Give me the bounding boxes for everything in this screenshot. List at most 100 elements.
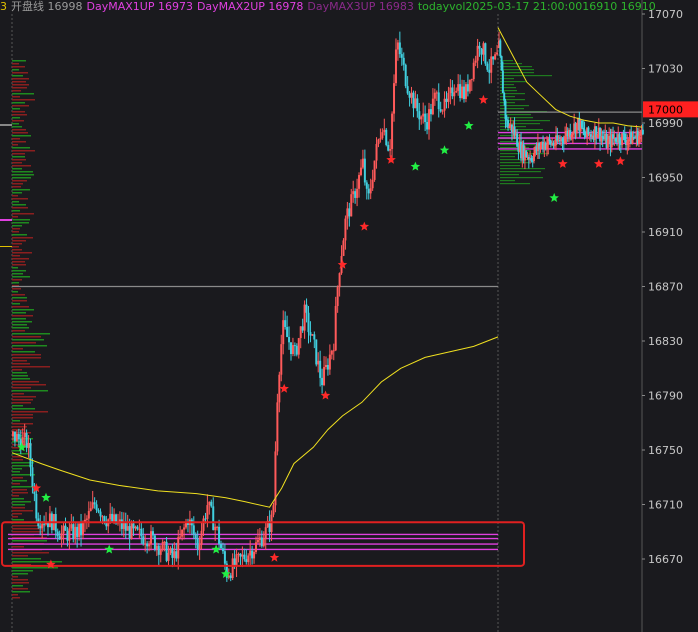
candle-body <box>183 527 186 530</box>
candle-body <box>155 545 158 550</box>
volume-profile-bar <box>500 81 526 83</box>
candle-body <box>221 548 224 552</box>
volume-profile-bar <box>12 276 30 278</box>
candle-body <box>210 501 213 507</box>
candle-body <box>313 334 316 340</box>
candle-body <box>43 523 46 525</box>
y-tick-label: 16870 <box>648 281 683 294</box>
volume-profile-bar <box>12 408 35 410</box>
candle-body <box>486 63 489 70</box>
candle-body <box>504 100 507 120</box>
candle-body <box>171 548 174 558</box>
sell-signal-star <box>359 221 370 231</box>
candle-body <box>68 528 71 541</box>
candle-body <box>262 539 265 547</box>
candle-body <box>233 558 236 566</box>
candle-body <box>278 374 281 403</box>
candle-body <box>62 525 65 534</box>
candle-body <box>346 208 349 219</box>
candle-body <box>532 153 535 161</box>
candle-body <box>451 87 454 97</box>
volume-profile-bar <box>12 117 20 119</box>
candle-body <box>358 175 361 189</box>
volume-profile-bar <box>12 321 32 323</box>
volume-profile-bar <box>12 147 30 149</box>
volume-profile-bar <box>12 348 23 350</box>
volume-profile-bar <box>12 198 28 200</box>
candle-body <box>157 545 160 555</box>
candle-body <box>356 188 359 198</box>
candle-body <box>138 528 141 530</box>
candle-body <box>118 519 121 522</box>
candle-body <box>371 179 374 189</box>
volume-profile-bar <box>12 261 25 263</box>
candle-body <box>480 48 483 55</box>
candle-body <box>81 522 84 536</box>
candle-body <box>496 52 499 55</box>
volume-profile-bar <box>12 429 24 431</box>
candle-body <box>136 526 139 530</box>
candle-body <box>328 354 331 370</box>
volume-profile-bar <box>12 207 28 209</box>
volume-profile-bar <box>12 60 26 62</box>
volume-profile-bar <box>12 279 22 281</box>
volume-profile-bar <box>12 213 34 215</box>
candle-body <box>256 539 259 543</box>
buy-signal-star <box>464 120 474 130</box>
candle-body <box>334 305 337 351</box>
candle-body <box>426 122 429 130</box>
candle-body <box>391 113 394 149</box>
volume-profile-bar <box>12 345 47 347</box>
candle-body <box>212 506 215 531</box>
volume-profile-bar <box>12 243 22 245</box>
candle-body <box>35 493 38 519</box>
volume-profile-bar <box>12 312 26 314</box>
candle-body <box>72 524 75 540</box>
candle-body <box>429 109 432 115</box>
candle-body <box>618 134 621 143</box>
candle-body <box>99 511 102 517</box>
volume-profile-bar <box>12 594 18 596</box>
candle-body <box>140 528 143 537</box>
volume-profile-bar <box>12 390 48 392</box>
candle-body <box>385 129 388 146</box>
volume-profile-bar <box>12 450 20 452</box>
volume-profile-bar <box>12 327 29 329</box>
candle-body <box>631 137 634 144</box>
candle-body <box>402 57 405 65</box>
volume-profile-bar <box>12 93 34 95</box>
volume-profile-bar <box>12 294 25 296</box>
volume-profile-bar <box>12 492 28 494</box>
volume-profile-bar <box>12 264 26 266</box>
buy-signal-star <box>549 192 559 202</box>
candle-body <box>500 56 503 71</box>
volume-profile-bar <box>12 561 62 563</box>
candle-body <box>286 326 289 338</box>
y-tick-label: 16990 <box>648 117 683 130</box>
volume-profile-bar <box>500 96 515 98</box>
candle-body <box>408 93 411 98</box>
candle-body <box>463 86 466 99</box>
volume-profile-bar <box>12 210 20 212</box>
volume-profile-bar <box>12 333 50 335</box>
volume-profile-bar <box>12 255 20 257</box>
candle-body <box>301 326 304 331</box>
volume-profile-bar <box>12 186 21 188</box>
volume-profile-bar <box>12 570 33 572</box>
candle-body <box>319 360 322 378</box>
volume-profile-bar <box>12 567 58 569</box>
candle-body <box>324 364 327 368</box>
candle-body <box>260 537 263 547</box>
volume-profile-bar <box>12 162 22 164</box>
sell-signal-star <box>478 94 489 104</box>
volume-profile-bar <box>12 183 23 185</box>
candle-body <box>169 548 172 553</box>
buy-signal-star <box>104 544 114 554</box>
volume-profile-bar <box>500 108 524 110</box>
candle-body <box>377 139 380 144</box>
volume-profile-bar <box>12 417 33 419</box>
candle-body <box>443 98 446 111</box>
candle-body <box>418 111 421 120</box>
sell-signal-star <box>386 154 396 164</box>
candle-body <box>39 526 42 529</box>
